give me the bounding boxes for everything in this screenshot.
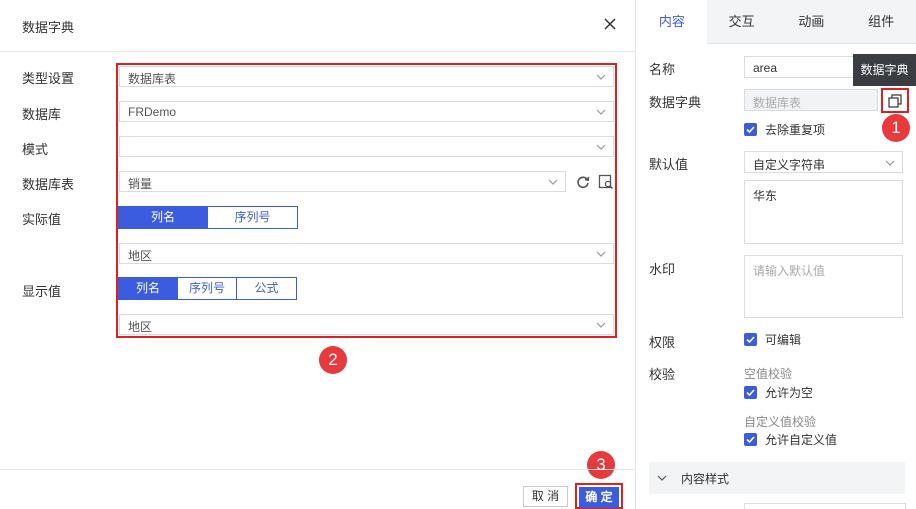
- remove-duplicates-checkbox[interactable]: 去除重复项: [744, 121, 825, 137]
- checkbox-checked-icon[interactable]: [744, 332, 757, 346]
- content-style-section[interactable]: 内容样式: [649, 462, 905, 494]
- annotation-badge-2: 2: [319, 346, 347, 374]
- preview-icon[interactable]: [598, 174, 614, 190]
- watermark-textarea[interactable]: 请输入默认值: [744, 255, 903, 318]
- dialog-title: 数据字典: [22, 20, 75, 35]
- display-value-toggle: 列名 序列号 公式: [118, 277, 297, 300]
- chevron-down-icon: [596, 144, 606, 150]
- display-formula-option[interactable]: 公式: [237, 278, 296, 299]
- highlight-frame-dict-button: [881, 88, 909, 113]
- validation-label: 校验: [649, 367, 676, 382]
- schema-label: 模式: [22, 142, 49, 157]
- type-setting-label: 类型设置: [22, 71, 75, 86]
- chevron-down-icon: [885, 160, 895, 166]
- dict-input: 数据库表: [744, 89, 878, 111]
- dialog-header: 数据字典: [0, 0, 636, 52]
- chevron-down-icon: [657, 475, 667, 481]
- dialog-footer: 取 消 确 定: [0, 469, 636, 509]
- display-index-option[interactable]: 序列号: [178, 278, 237, 299]
- display-value-label: 显示值: [22, 284, 62, 299]
- name-label: 名称: [649, 62, 676, 77]
- close-icon[interactable]: [601, 15, 619, 33]
- partial-field: [744, 503, 906, 509]
- actual-index-option[interactable]: 序列号: [208, 207, 297, 228]
- schema-select[interactable]: [119, 136, 614, 157]
- chevron-down-icon: [596, 74, 606, 80]
- allow-empty-checkbox[interactable]: 允许为空: [744, 384, 813, 400]
- table-select[interactable]: 销量: [119, 171, 566, 192]
- empty-check-title: 空值校验: [744, 367, 793, 381]
- copy-icon[interactable]: [888, 94, 902, 108]
- tab-component[interactable]: 组件: [846, 0, 916, 44]
- editable-checkbox[interactable]: 可编辑: [744, 331, 801, 347]
- tab-interaction[interactable]: 交互: [707, 0, 777, 44]
- chevron-down-icon: [596, 322, 606, 328]
- chevron-down-icon: [596, 251, 606, 257]
- data-dictionary-dialog: 数据字典 类型设置 数据库 模式 数据库表 实际值 显示值 数据库表 FRDem…: [0, 0, 636, 509]
- database-label: 数据库: [22, 107, 62, 122]
- annotation-badge-1: 1: [882, 114, 910, 142]
- permission-label: 权限: [649, 335, 676, 350]
- checkbox-checked-icon[interactable]: [744, 122, 757, 136]
- actual-value-label: 实际值: [22, 212, 62, 227]
- highlight-frame-ok: 确 定: [575, 483, 623, 509]
- watermark-label: 水印: [649, 262, 676, 277]
- checkbox-checked-icon[interactable]: [744, 385, 757, 399]
- display-column-select[interactable]: 地区: [119, 314, 614, 335]
- allow-custom-checkbox[interactable]: 允许自定义值: [744, 431, 837, 447]
- tab-animation[interactable]: 动画: [777, 0, 847, 44]
- actual-column-select[interactable]: 地区: [119, 243, 614, 264]
- property-panel: 内容 交互 动画 组件 名称 area 数据字典 数据库表 数据字典 1 去除重…: [637, 0, 916, 509]
- display-column-option[interactable]: 列名: [119, 278, 178, 299]
- actual-column-option[interactable]: 列名: [119, 207, 208, 228]
- refresh-icon[interactable]: [575, 174, 591, 190]
- ok-button[interactable]: 确 定: [579, 487, 619, 508]
- dict-label: 数据字典: [649, 95, 702, 110]
- default-value-label: 默认值: [649, 157, 689, 172]
- tab-content[interactable]: 内容: [637, 0, 707, 44]
- default-value-textarea[interactable]: 华东: [744, 180, 903, 244]
- checkbox-checked-icon[interactable]: [744, 432, 757, 446]
- chevron-down-icon: [548, 179, 558, 185]
- dict-tooltip: 数据字典: [853, 54, 916, 86]
- actual-value-toggle: 列名 序列号: [118, 206, 298, 229]
- cancel-button[interactable]: 取 消: [523, 486, 568, 507]
- type-setting-select[interactable]: 数据库表: [119, 66, 614, 87]
- panel-tabs: 内容 交互 动画 组件: [637, 0, 916, 44]
- default-type-select[interactable]: 自定义字符串: [744, 151, 903, 173]
- custom-check-title: 自定义值校验: [744, 415, 817, 429]
- database-select[interactable]: FRDemo: [119, 101, 614, 122]
- table-label: 数据库表: [22, 177, 75, 192]
- chevron-down-icon: [596, 109, 606, 115]
